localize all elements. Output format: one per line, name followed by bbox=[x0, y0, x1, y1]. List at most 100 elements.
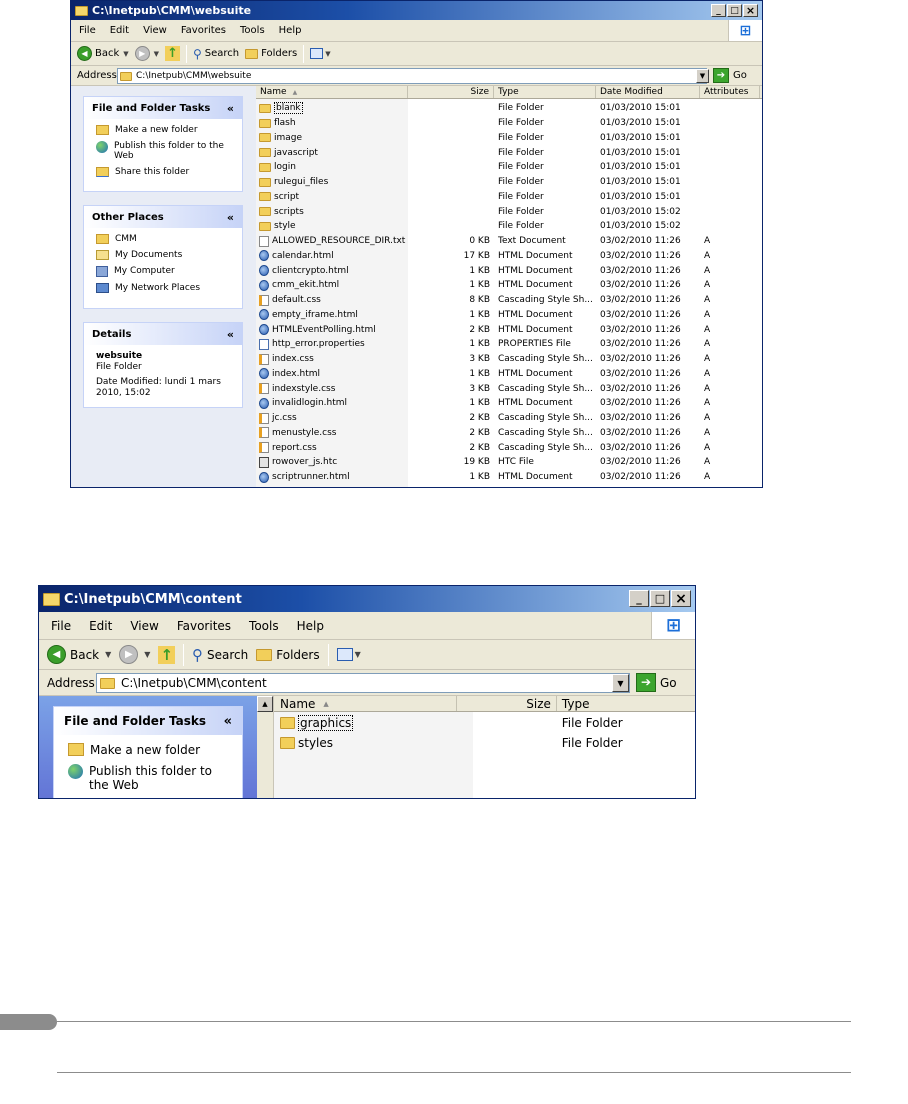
file-row[interactable]: index.css 3 KB Cascading Style Sh... 03/02/… bbox=[256, 352, 762, 367]
menu-edit[interactable]: Edit bbox=[89, 619, 112, 633]
file-row[interactable]: script File Folder 01/03/2010 15:01 bbox=[256, 190, 762, 205]
file-row[interactable]: cmm_ekit.html 1 KB HTML Document 03/02/2010… bbox=[256, 278, 762, 293]
maximize-button[interactable]: □ bbox=[727, 4, 742, 17]
title-bar[interactable]: C:\Inetpub\CMM\content _ □ × bbox=[39, 586, 695, 612]
chevron-down-icon[interactable]: ▼ bbox=[154, 50, 159, 58]
file-row[interactable]: rowover_js.htc 19 KB HTC File 03/02/2010 11… bbox=[256, 455, 762, 470]
minimize-button[interactable]: _ bbox=[711, 4, 726, 17]
column-header-name[interactable]: Name ▲ bbox=[256, 86, 408, 98]
file-row[interactable]: indexstyle.css 3 KB Cascading Style Sh... 0… bbox=[256, 381, 762, 396]
go-button[interactable]: ➔ Go bbox=[636, 673, 677, 692]
file-row[interactable]: blank File Folder 01/03/2010 15:01 bbox=[256, 101, 762, 116]
address-input[interactable]: C:\Inetpub\CMM\content bbox=[96, 673, 630, 693]
back-button[interactable]: ◀ Back ▼ bbox=[77, 46, 129, 61]
file-row[interactable]: report.css 2 KB Cascading Style Sh... 03/02… bbox=[256, 440, 762, 455]
search-button[interactable]: ⚲ Search bbox=[193, 47, 239, 61]
panel-header[interactable]: Details « bbox=[84, 323, 242, 345]
file-row[interactable]: invalidlogin.html 1 KB HTML Document 03/02/… bbox=[256, 396, 762, 411]
file-row[interactable]: jc.css 2 KB Cascading Style Sh... 03/02/201… bbox=[256, 411, 762, 426]
address-dropdown-button[interactable]: ▼ bbox=[612, 674, 629, 692]
place-my-network-places[interactable]: My Network Places bbox=[96, 283, 234, 293]
collapse-icon[interactable]: « bbox=[224, 714, 232, 729]
column-header-attributes[interactable]: Attributes bbox=[700, 86, 760, 98]
menu-tools[interactable]: Tools bbox=[240, 25, 265, 36]
back-button[interactable]: ◀ Back ▼ bbox=[47, 645, 111, 664]
panel-header[interactable]: Other Places « bbox=[84, 206, 242, 228]
folders-button[interactable]: Folders bbox=[245, 48, 297, 59]
place-my-documents[interactable]: My Documents bbox=[96, 250, 234, 260]
file-row[interactable]: login File Folder 01/03/2010 15:01 bbox=[256, 160, 762, 175]
task-publish-folder[interactable]: Publish this folder to the Web bbox=[96, 141, 234, 161]
menu-edit[interactable]: Edit bbox=[110, 25, 129, 36]
go-button[interactable]: ➔ Go bbox=[713, 68, 747, 83]
close-button[interactable]: × bbox=[671, 590, 691, 607]
column-header-size[interactable]: Size bbox=[457, 696, 557, 711]
file-name-wrap: flash bbox=[259, 118, 408, 128]
menu-file[interactable]: File bbox=[79, 25, 96, 36]
chevron-down-icon[interactable]: ▼ bbox=[144, 650, 150, 659]
file-row[interactable]: HTMLEventPolling.html 2 KB HTML Document 03… bbox=[256, 322, 762, 337]
task-publish-folder[interactable]: Publish this folder to the Web bbox=[68, 764, 234, 792]
task-share-folder[interactable]: Share this folder bbox=[96, 167, 234, 177]
column-header-size[interactable]: Size bbox=[408, 86, 494, 98]
file-list[interactable]: Name ▲ Size Type graphics File Folder styl… bbox=[274, 696, 695, 798]
file-row[interactable]: scripts File Folder 01/03/2010 15:02 bbox=[256, 204, 762, 219]
file-row[interactable]: rulegui_files File Folder 01/03/2010 15:01 bbox=[256, 175, 762, 190]
menu-favorites[interactable]: Favorites bbox=[181, 25, 226, 36]
task-make-new-folder[interactable]: Make a new folder bbox=[68, 743, 234, 757]
file-row[interactable]: menustyle.css 2 KB Cascading Style Sh... 03… bbox=[256, 426, 762, 441]
menu-tools[interactable]: Tools bbox=[249, 619, 279, 633]
maximize-button[interactable]: □ bbox=[650, 590, 670, 607]
forward-button[interactable]: ▶ ▼ bbox=[119, 645, 150, 664]
minimize-button[interactable]: _ bbox=[629, 590, 649, 607]
folders-button[interactable]: Folders bbox=[256, 648, 320, 662]
file-list[interactable]: Name ▲ Size Type Date Modified Attribute… bbox=[256, 86, 762, 487]
views-button[interactable]: ▼ bbox=[336, 648, 361, 661]
file-row[interactable]: scriptrunner.html 1 KB HTML Document 03/02/… bbox=[256, 470, 762, 485]
file-row[interactable]: image File Folder 01/03/2010 15:01 bbox=[256, 131, 762, 146]
file-row[interactable]: http_error.properties 1 KB PROPERTIES File… bbox=[256, 337, 762, 352]
file-row[interactable]: default.css 8 KB Cascading Style Sh... 03/0… bbox=[256, 293, 762, 308]
address-dropdown-button[interactable]: ▼ bbox=[696, 69, 709, 83]
file-row[interactable]: style File Folder 01/03/2010 15:02 bbox=[256, 219, 762, 234]
file-row[interactable]: javascript File Folder 01/03/2010 15:01 bbox=[256, 145, 762, 160]
chevron-down-icon[interactable]: ▼ bbox=[105, 650, 111, 659]
panel-header[interactable]: File and Folder Tasks « bbox=[84, 97, 242, 119]
place-cmm[interactable]: CMM bbox=[96, 234, 234, 244]
menu-view[interactable]: View bbox=[143, 25, 167, 36]
place-my-computer[interactable]: My Computer bbox=[96, 266, 234, 277]
menu-help[interactable]: Help bbox=[297, 619, 324, 633]
scroll-up-button[interactable]: ▲ bbox=[257, 696, 273, 712]
menu-help[interactable]: Help bbox=[279, 25, 302, 36]
file-row[interactable]: calendar.html 17 KB HTML Document 03/02/201… bbox=[256, 249, 762, 264]
file-row[interactable]: ALLOWED_RESOURCE_DIR.txt 0 KB Text Documen… bbox=[256, 234, 762, 249]
column-header-date-modified[interactable]: Date Modified bbox=[596, 86, 700, 98]
up-button[interactable]: ↑ bbox=[165, 46, 180, 61]
column-header-type[interactable]: Type bbox=[494, 86, 596, 98]
search-button[interactable]: ⚲ Search bbox=[192, 646, 248, 664]
file-row[interactable]: clientcrypto.html 1 KB HTML Document 03/02/… bbox=[256, 263, 762, 278]
close-button[interactable]: × bbox=[743, 4, 758, 17]
up-button[interactable]: ↑ bbox=[158, 645, 176, 664]
title-bar[interactable]: C:\Inetpub\CMM\websuite _ □ × bbox=[71, 1, 762, 20]
menu-file[interactable]: File bbox=[51, 619, 71, 633]
panel-header[interactable]: File and Folder Tasks « bbox=[54, 707, 242, 735]
column-header-name[interactable]: Name ▲ bbox=[274, 696, 458, 711]
views-button[interactable]: ▼ bbox=[310, 48, 331, 59]
collapse-icon[interactable]: « bbox=[227, 211, 234, 224]
collapse-icon[interactable]: « bbox=[227, 102, 234, 115]
chevron-down-icon[interactable]: ▼ bbox=[123, 50, 128, 58]
menu-view[interactable]: View bbox=[130, 619, 158, 633]
collapse-icon[interactable]: « bbox=[227, 328, 234, 341]
file-row[interactable]: styles File Folder bbox=[274, 733, 695, 753]
file-row[interactable]: empty_iframe.html 1 KB HTML Document 03/02/… bbox=[256, 308, 762, 323]
forward-button[interactable]: ▶ ▼ bbox=[134, 46, 159, 61]
task-pane-scrollbar[interactable]: ▲ bbox=[257, 696, 274, 798]
menu-favorites[interactable]: Favorites bbox=[177, 619, 231, 633]
file-row[interactable]: index.html 1 KB HTML Document 03/02/2010 11… bbox=[256, 367, 762, 382]
address-input[interactable]: C:\Inetpub\CMM\websuite bbox=[117, 68, 707, 84]
task-make-new-folder[interactable]: Make a new folder bbox=[96, 125, 234, 135]
file-row[interactable]: graphics File Folder bbox=[274, 713, 695, 733]
column-header-type[interactable]: Type bbox=[557, 696, 695, 711]
file-row[interactable]: flash File Folder 01/03/2010 15:01 bbox=[256, 116, 762, 131]
